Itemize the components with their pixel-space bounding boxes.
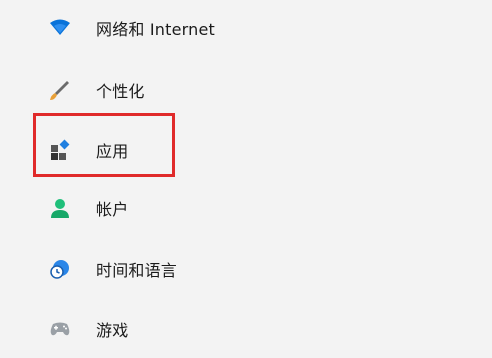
sidebar-item-network[interactable]: 网络和 Internet: [38, 6, 458, 50]
sidebar-item-label: 时间和语言: [96, 261, 178, 280]
person-icon: [48, 196, 72, 220]
sidebar-item-label: 帐户: [96, 200, 129, 219]
gamepad-icon: [48, 317, 72, 341]
settings-sidebar: 网络和 Internet 个性化 应用 帐户 时间和语言 游戏: [0, 0, 492, 358]
sidebar-item-gaming[interactable]: 游戏: [38, 307, 458, 351]
wifi-icon: [48, 16, 72, 40]
sidebar-item-label: 应用: [96, 142, 129, 161]
sidebar-item-accounts[interactable]: 帐户: [38, 186, 458, 230]
sidebar-item-apps[interactable]: 应用: [38, 128, 458, 172]
sidebar-item-time-language[interactable]: 时间和语言: [38, 247, 458, 291]
sidebar-item-label: 个性化: [96, 82, 145, 101]
sidebar-item-personalization[interactable]: 个性化: [38, 68, 458, 112]
apps-icon: [48, 138, 72, 162]
sidebar-item-label: 游戏: [96, 321, 129, 340]
sidebar-item-label: 网络和 Internet: [96, 20, 216, 39]
brush-icon: [48, 78, 72, 102]
globe-clock-icon: [48, 257, 72, 281]
